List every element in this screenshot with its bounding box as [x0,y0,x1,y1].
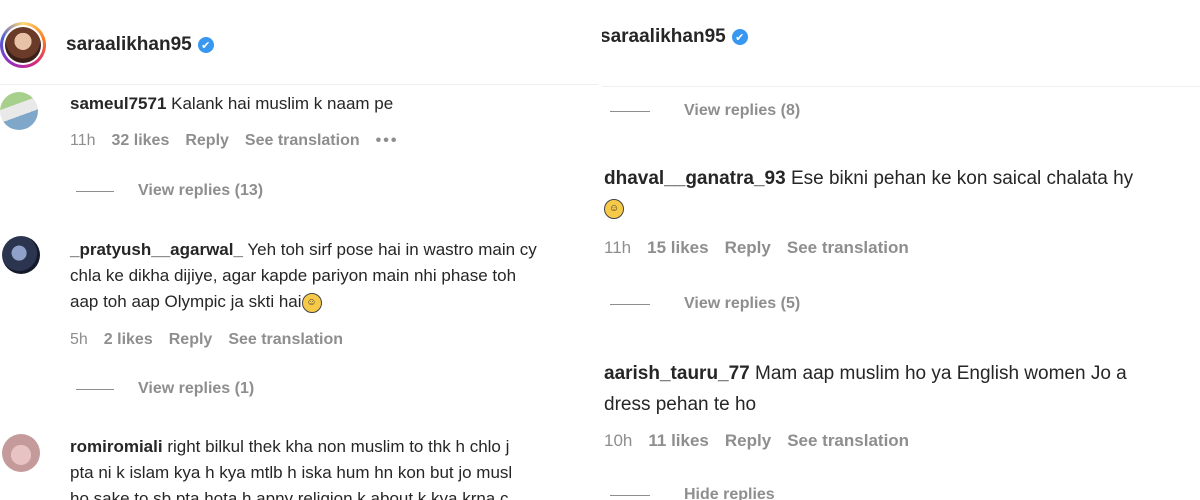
divider [0,84,600,85]
post-username[interactable]: saraalikhan95 [66,34,192,56]
replies-line [610,110,650,112]
post-username[interactable]: saraalikhan95 [600,26,726,48]
comment-username[interactable]: aarish_tauru_77 [604,363,750,384]
see-translation-link[interactable]: See translation [228,331,343,349]
verified-icon: ✔ [197,37,214,53]
see-translation-link[interactable]: See translation [787,431,909,451]
reply-button[interactable]: Reply [725,431,771,451]
comment-time: 10h [604,431,633,450]
comment-text: _pratyush__agarwal_ Yeh toh sirf pose ha… [70,240,537,313]
comment-username[interactable]: _pratyush__agarwal_ [70,240,243,259]
likes-count[interactable]: 2 likes [104,331,153,349]
divider [600,86,1200,87]
profile-avatar[interactable] [0,22,46,68]
comment-meta: 11h 32 likes Reply See translation ••• [70,132,398,150]
laughing-emoji-icon: ☺ [604,198,624,219]
replies-line [610,303,650,305]
see-translation-link[interactable]: See translation [787,238,909,258]
comment-username[interactable]: dhaval__ganatra_93 [604,168,786,189]
avatar[interactable] [2,434,40,472]
reply-button[interactable]: Reply [169,331,213,349]
laughing-emoji-icon: ☺ [301,292,322,313]
right-screenshot: saraalikhan95 ✔ View replies (8) dhaval_… [600,0,1200,500]
replies-line [610,494,650,496]
avatar[interactable] [0,92,38,130]
post-header: saraalikhan95 ✔ [600,26,748,48]
view-replies-button[interactable]: View replies (8) [610,102,800,120]
comment-time: 5h [70,331,88,348]
replies-line [76,388,114,390]
view-replies-button[interactable]: View replies (5) [610,295,800,313]
more-options-icon[interactable]: ••• [376,132,399,150]
comment-text: aarish_tauru_77 Mam aap muslim ho ya Eng… [604,363,1127,415]
comment-username[interactable]: sameul7571 [70,94,166,113]
avatar[interactable] [2,236,40,274]
likes-count[interactable]: 15 likes [647,238,708,258]
hide-replies-button[interactable]: Hide replies [610,486,775,500]
likes-count[interactable]: 11 likes [648,431,709,451]
left-screenshot: saraalikhan95 ✔ sameul7571 Kalank hai mu… [0,0,600,500]
comment-text: romiromiali right bilkul thek kha non mu… [70,437,513,500]
panel-divider [598,0,602,500]
comment-meta: 10h 11 likes Reply See translation [604,431,909,451]
view-replies-button[interactable]: View replies (13) [76,182,263,200]
post-header: saraalikhan95 ✔ [0,22,214,68]
likes-count[interactable]: 32 likes [112,132,170,150]
reply-button[interactable]: Reply [725,238,771,258]
comment-time: 11h [70,132,96,149]
comment-meta: 11h 15 likes Reply See translation [604,238,909,258]
comment-meta: 5h 2 likes Reply See translation [70,331,343,349]
comment-text: sameul7571 Kalank hai muslim k naam pe [70,94,394,113]
comment-time: 11h [604,238,632,257]
comment-username[interactable]: romiromiali [70,437,163,456]
verified-icon: ✔ [731,29,748,45]
view-replies-button[interactable]: View replies (1) [76,380,254,398]
see-translation-link[interactable]: See translation [245,132,360,150]
replies-line [76,190,114,192]
comment-text: dhaval__ganatra_93 Ese bikni pehan ke ko… [604,166,1133,222]
reply-button[interactable]: Reply [185,132,229,150]
